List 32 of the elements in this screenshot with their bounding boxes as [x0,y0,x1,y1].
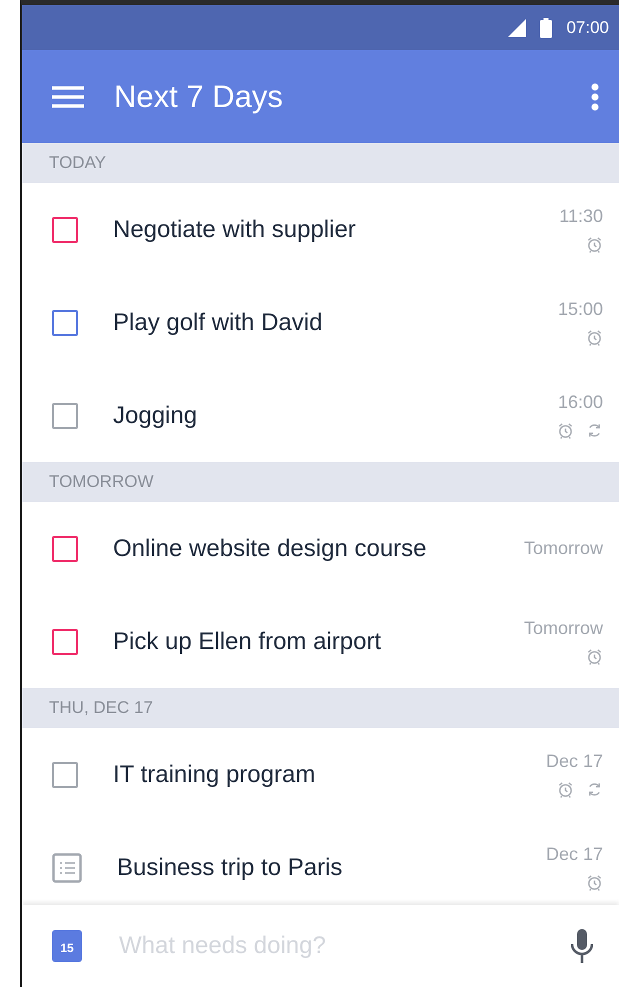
task-title[interactable]: Jogging [113,402,557,430]
task-title[interactable]: Play golf with David [113,308,558,336]
signal-icon [508,18,526,36]
more-options-icon[interactable] [591,82,599,110]
due-time: Dec 17 [546,751,603,772]
checkbox[interactable] [52,310,78,336]
task-title[interactable]: Business trip to Paris [117,854,546,882]
due-time: 15:00 [558,299,603,320]
due-time: Tomorrow [524,538,603,559]
due-time: 11:30 [559,206,603,227]
checkbox[interactable] [52,628,78,654]
calendar-icon[interactable]: 15 [52,930,82,962]
checkbox[interactable] [52,536,78,562]
screen-title: Next 7 Days [114,78,284,114]
due-time: Dec 17 [546,844,603,865]
task-title[interactable]: Online website design course [113,534,524,562]
section-header: THU, DEC 17 [49,698,153,718]
task-title[interactable]: IT training program [113,760,546,788]
due-time: 16:00 [558,392,603,413]
checkbox[interactable] [52,216,78,242]
task-title[interactable]: Pick up Ellen from airport [113,628,524,656]
menu-icon[interactable] [52,84,84,108]
microphone-icon[interactable] [571,929,593,963]
checkbox[interactable] [52,762,78,788]
section-header: TOMORROW [49,472,154,492]
task-title[interactable]: Negotiate with supplier [113,216,560,244]
clock: 07:00 [566,18,609,38]
checkbox[interactable] [52,402,78,428]
battery-icon [540,18,552,38]
section-header: TODAY [49,153,106,173]
note-icon[interactable] [52,852,82,882]
due-time: Tomorrow [524,618,603,639]
